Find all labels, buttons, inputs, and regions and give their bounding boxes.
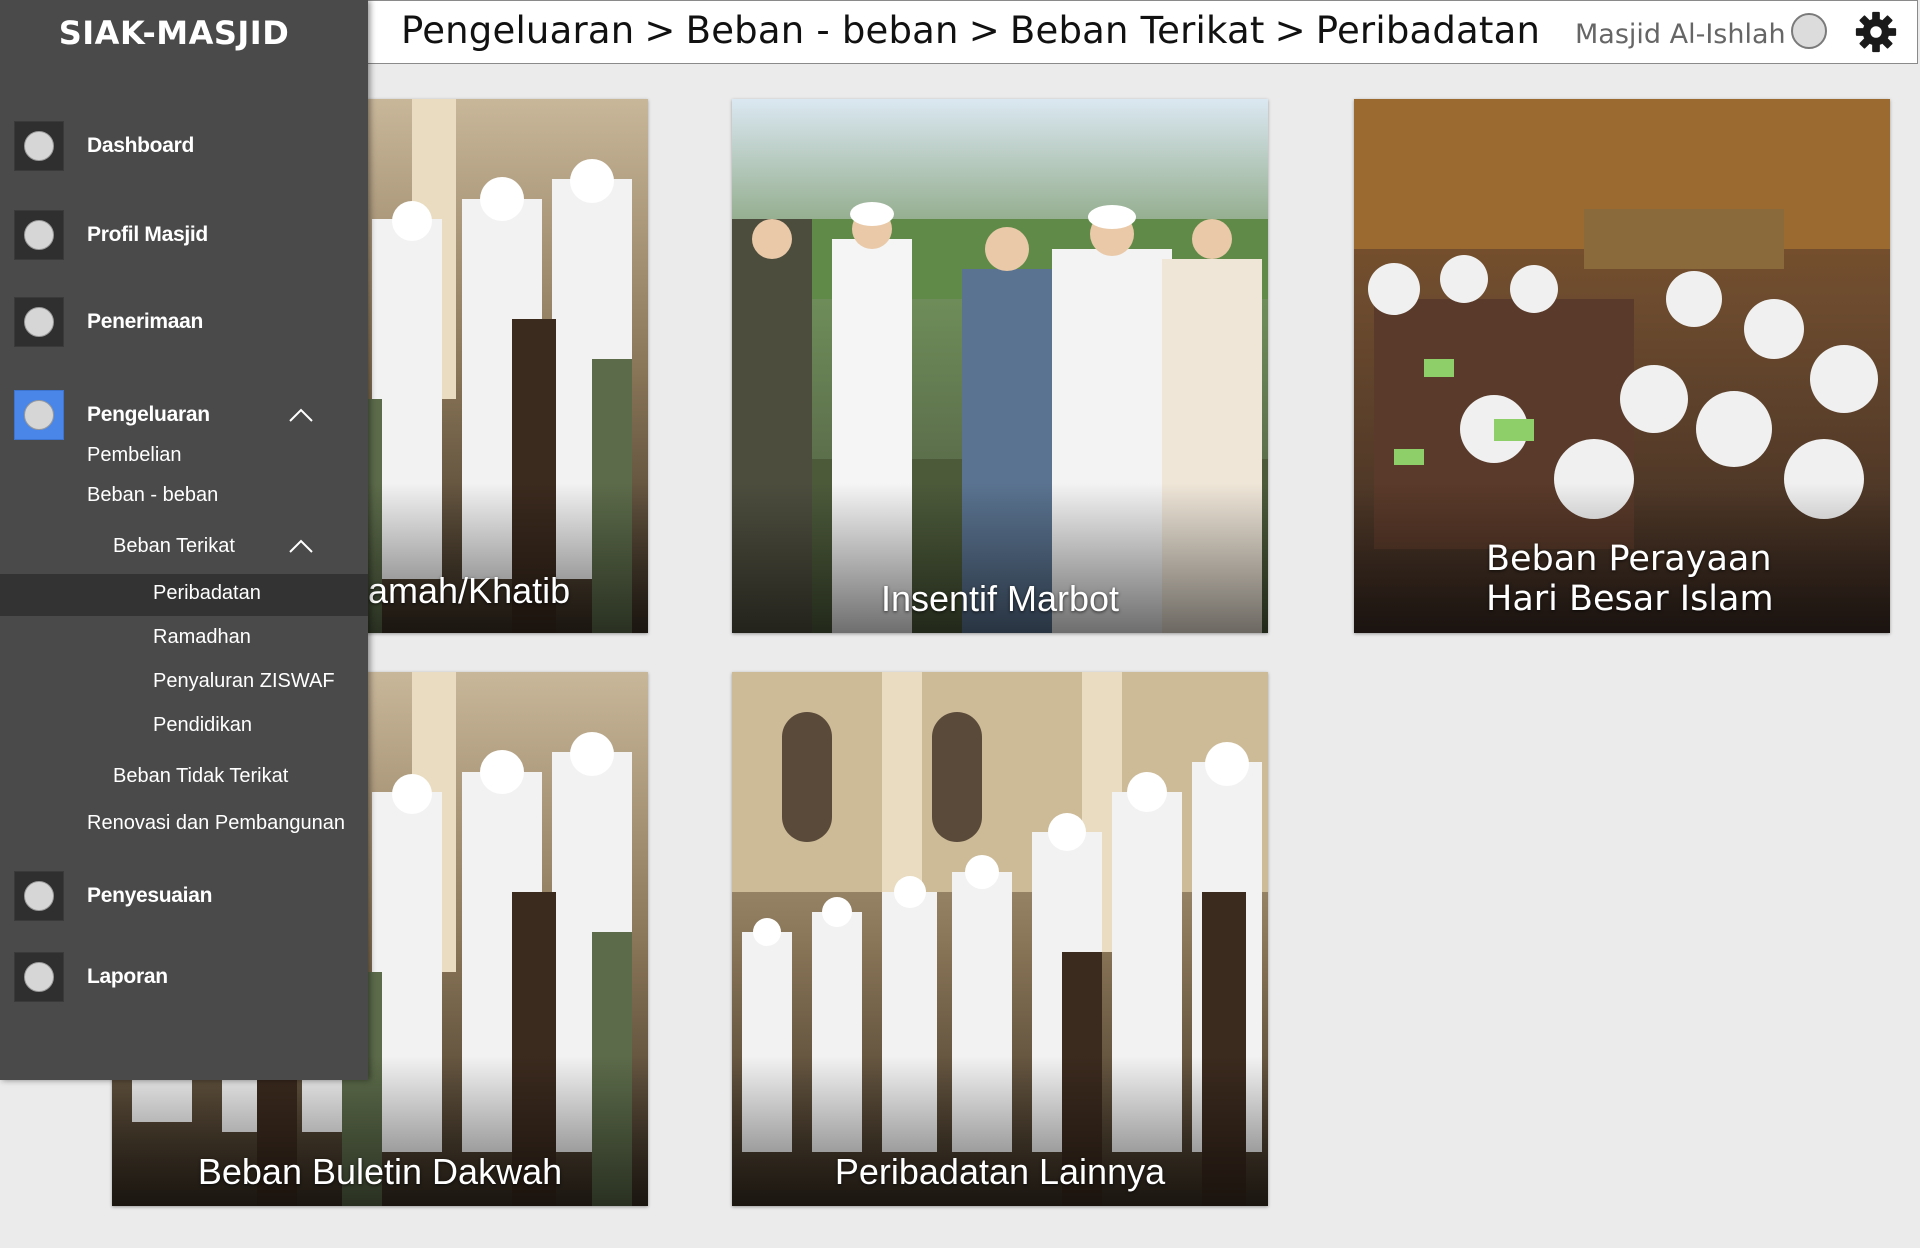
breadcrumb-separator: >	[644, 9, 676, 52]
user-avatar-icon[interactable]	[1791, 13, 1827, 49]
circle-icon	[14, 871, 64, 921]
sidebar-subitem-penyaluran-ziswaf[interactable]: Penyaluran ZISWAF	[153, 670, 335, 693]
sidebar-item-laporan[interactable]: Laporan	[0, 947, 368, 1007]
sidebar-item-label: Laporan	[87, 965, 168, 988]
sidebar-item-label: Pengeluaran	[87, 403, 210, 426]
breadcrumb-separator: >	[968, 9, 1000, 52]
sidebar-subitem-ramadhan[interactable]: Ramadhan	[153, 626, 251, 649]
chevron-up-icon[interactable]	[288, 407, 314, 423]
card-title-line: Beban Perayaan	[1486, 539, 1772, 579]
breadcrumb-item-peribadatan: Peribadatan	[1315, 9, 1541, 52]
sidebar-subitem-pendidikan[interactable]: Pendidikan	[153, 714, 252, 737]
breadcrumb: Pengeluaran > Beban - beban > Beban Terikat >…	[401, 9, 1540, 52]
sidebar-subitem-renovasi[interactable]: Renovasi dan Pembangunan	[87, 812, 345, 835]
card-title: Peribadatan Lainnya	[834, 1151, 1166, 1192]
breadcrumb-item-beban[interactable]: Beban - beban	[686, 9, 959, 52]
breadcrumb-separator: >	[1274, 9, 1306, 52]
sidebar-item-penerimaan[interactable]: Penerimaan	[0, 292, 368, 352]
sidebar-item-dashboard[interactable]: Dashboard	[0, 116, 368, 176]
sidebar-subitem-beban-terikat[interactable]: Beban Terikat	[113, 535, 235, 558]
circle-icon	[14, 210, 64, 260]
card-title: Beban Buletin Dakwah	[197, 1151, 563, 1192]
sidebar-item-label: Penyesuaian	[87, 884, 213, 907]
sidebar-item-profil-masjid[interactable]: Profil Masjid	[0, 205, 368, 265]
sidebar-subitem-beban-tidak-terikat[interactable]: Beban Tidak Terikat	[113, 765, 288, 788]
sidebar-item-pengeluaran[interactable]: Pengeluaran	[0, 385, 368, 445]
sidebar-item-label: Profil Masjid	[87, 223, 208, 246]
card-title: Insentif Marbot	[880, 578, 1120, 619]
sidebar-subitem-pembelian[interactable]: Pembelian	[87, 444, 182, 467]
card-title-line: Hari Besar Islam	[1486, 579, 1774, 619]
circle-icon	[14, 390, 64, 440]
sidebar-subitem-beban[interactable]: Beban - beban	[87, 484, 218, 507]
sidebar: SIAK-MASJID Dashboard Profil Masjid Pene…	[0, 0, 368, 1080]
circle-icon	[14, 952, 64, 1002]
gear-icon[interactable]	[1853, 9, 1899, 55]
mosque-name: Masjid Al-Ishlah	[1575, 19, 1786, 50]
breadcrumb-item-beban-terikat[interactable]: Beban Terikat	[1010, 9, 1265, 52]
card-peribadatan-lainnya[interactable]: Peribadatan Lainnya	[732, 672, 1268, 1206]
breadcrumb-item-pengeluaran[interactable]: Pengeluaran	[401, 9, 634, 52]
sidebar-item-label: Penerimaan	[87, 310, 204, 333]
sidebar-item-label: Dashboard	[87, 134, 194, 157]
app-title: SIAK-MASJID	[58, 14, 290, 52]
sidebar-item-penyesuaian[interactable]: Penyesuaian	[0, 866, 368, 926]
sidebar-subitem-peribadatan[interactable]: Peribadatan	[153, 582, 261, 605]
card-beban-perayaan[interactable]: Beban Perayaan Hari Besar Islam	[1354, 99, 1890, 633]
chevron-up-icon[interactable]	[288, 538, 314, 554]
circle-icon	[14, 121, 64, 171]
circle-icon	[14, 297, 64, 347]
card-insentif-marbot[interactable]: Insentif Marbot	[732, 99, 1268, 633]
card-title: Beban Perayaan Hari Besar Islam	[1354, 539, 1890, 619]
